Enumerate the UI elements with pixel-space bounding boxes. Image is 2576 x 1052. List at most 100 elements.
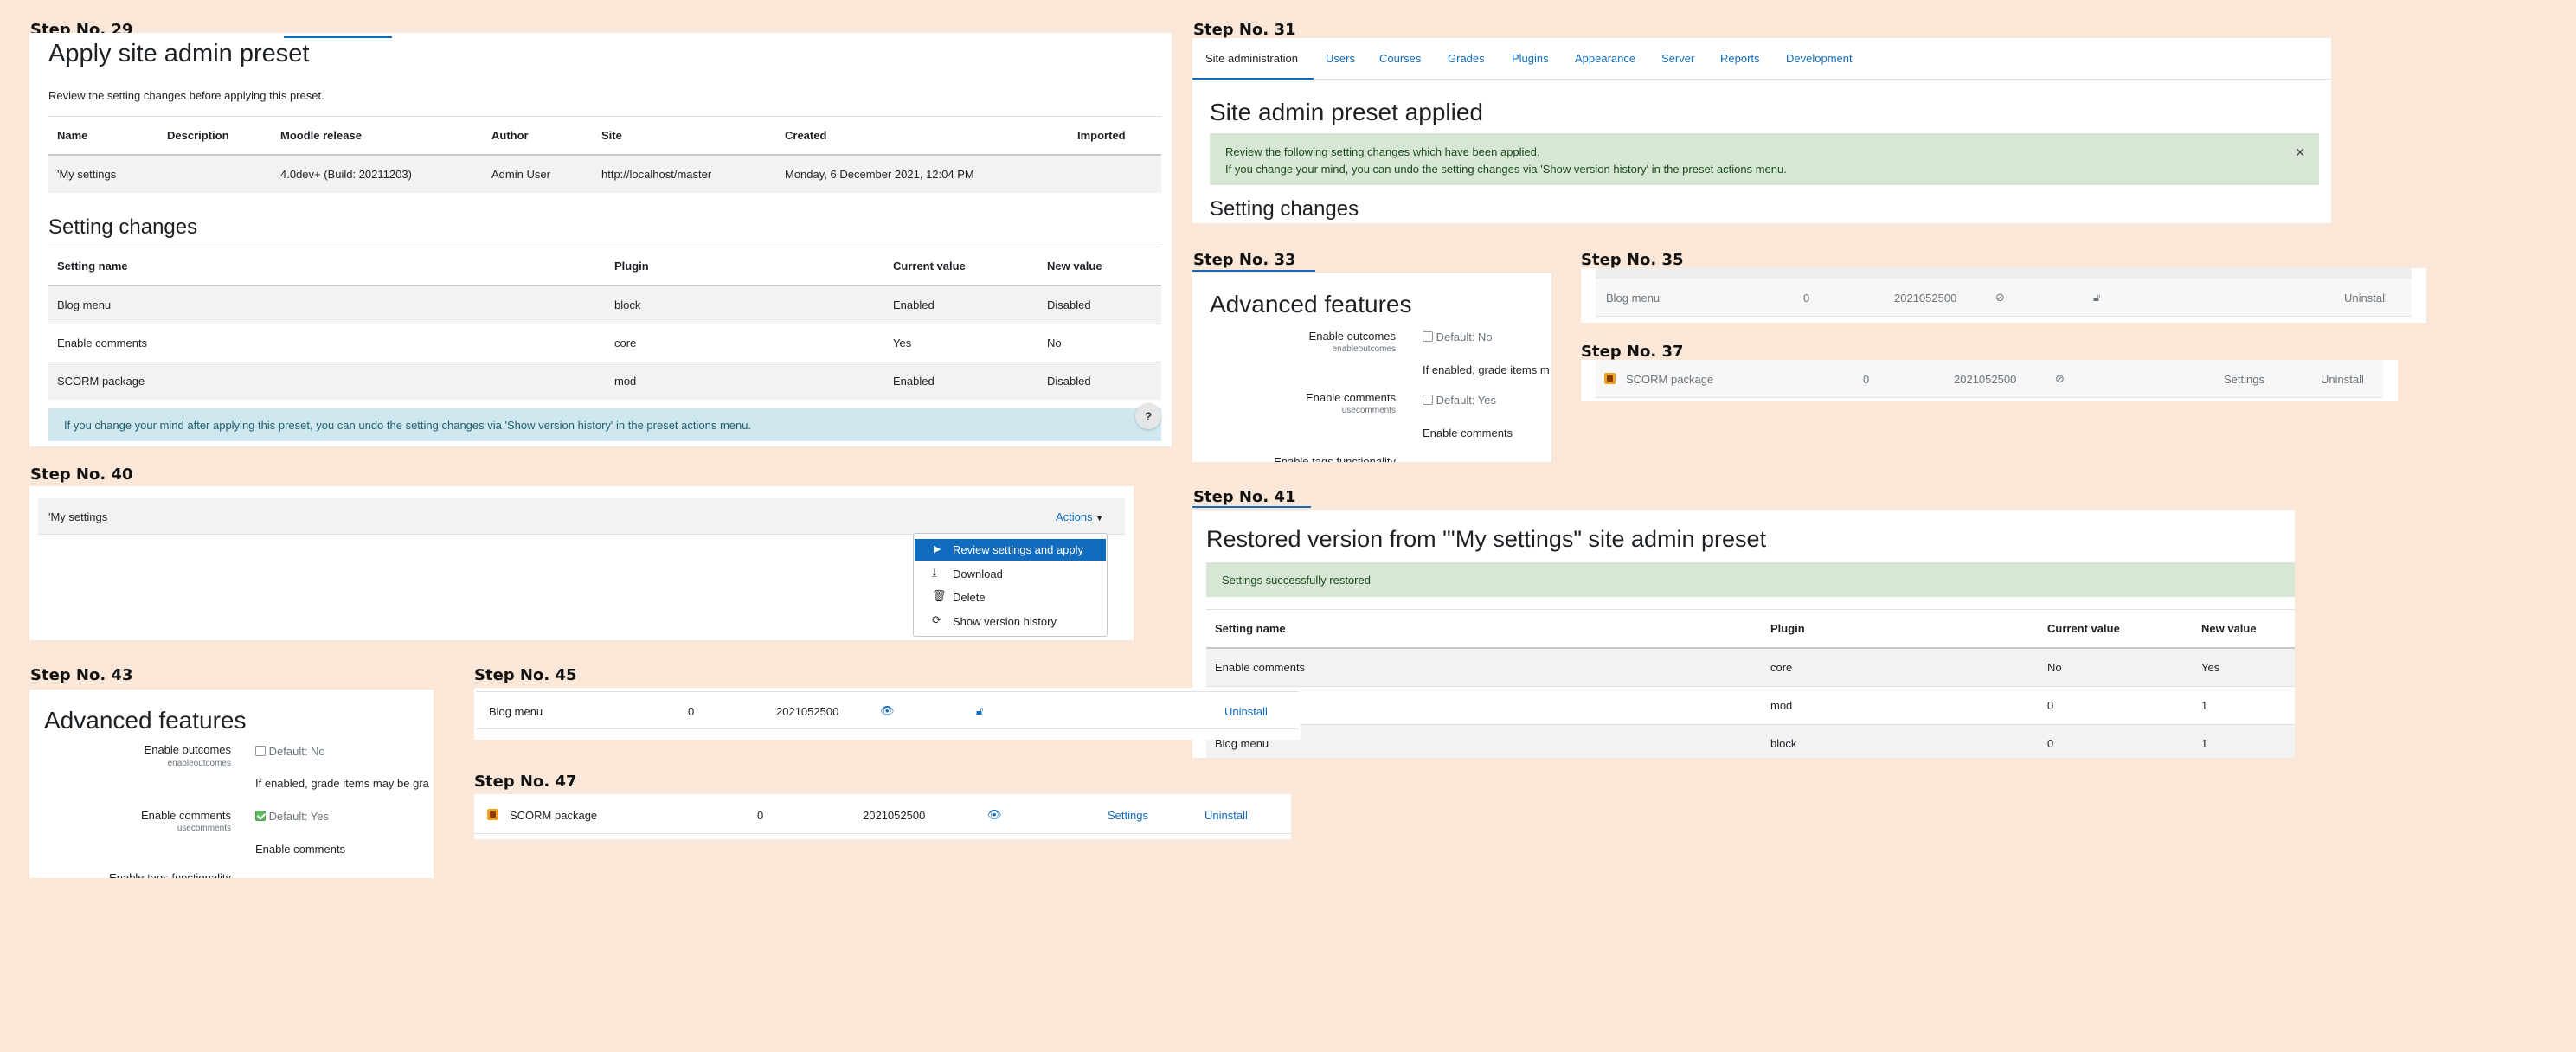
comments-label: Enable comments: [1305, 391, 1396, 404]
col-current-value: Current value: [884, 247, 1038, 286]
step-label-45: Step No. 45: [474, 666, 577, 684]
cell-release: 4.0dev+ (Build: 20211203): [272, 154, 483, 193]
tab-courses[interactable]: Courses: [1379, 52, 1421, 65]
advanced-features-panel-a: Advanced features Enable outcomes enable…: [1192, 273, 1551, 462]
applied-panel: Site administration Users Courses Grades…: [1192, 38, 2331, 223]
comments-description: Enable comments: [1423, 427, 1513, 439]
tab-users[interactable]: Users: [1326, 52, 1355, 65]
outcomes-checkbox[interactable]: [1423, 331, 1433, 342]
eye-icon[interactable]: 👁︎: [880, 704, 895, 718]
preset-list-panel: 'My settings Actions ▼ ▶ Review settings…: [29, 486, 1134, 640]
comments-checkbox[interactable]: [255, 811, 266, 821]
step-label-47: Step No. 47: [474, 773, 577, 791]
tab-plugins[interactable]: Plugins: [1512, 52, 1549, 65]
menu-item-download[interactable]: ⤓ Download: [915, 563, 1106, 585]
step-label-40: Step No. 40: [30, 465, 133, 484]
col-description: Description: [158, 116, 272, 156]
cell: core: [1762, 647, 2039, 687]
menu-item-review-apply[interactable]: ▶ Review settings and apply: [915, 539, 1106, 561]
outcomes-checkbox[interactable]: [255, 746, 266, 756]
show-hide-icon[interactable]: ⊘: [2055, 372, 2065, 386]
close-icon[interactable]: ✕: [2295, 144, 2305, 161]
cell: Enabled: [884, 362, 1038, 400]
changes-table: Setting name Plugin Current value New va…: [48, 247, 1161, 400]
alert-line-1: Review the following setting changes whi…: [1225, 145, 1540, 158]
actions-menu-button[interactable]: Actions ▼: [1056, 510, 1103, 523]
col-setting-name: Setting name: [1206, 609, 1762, 649]
cell: Disabled: [1038, 285, 1161, 324]
restored-table: Setting name Plugin Current value New va…: [1206, 609, 2295, 758]
cell-imported: [1069, 154, 1161, 193]
cell: 0: [2039, 686, 2193, 725]
plugin-count: 0: [1863, 373, 1870, 386]
cell: mod: [1762, 686, 2039, 725]
plugin-count: 0: [757, 809, 764, 822]
settings-link[interactable]: Settings: [2224, 373, 2264, 386]
cell: 1: [2193, 686, 2295, 725]
table-row: Blog menu 0 2021052500 ⊘ 🔓︎ Uninstall: [1596, 279, 2412, 317]
table-row: 'My settings 4.0dev+ (Build: 20211203) A…: [48, 154, 1161, 193]
col-plugin: Plugin: [1762, 609, 2039, 649]
comments-key: usecomments: [177, 824, 231, 833]
table-row: Blog menu block Enabled Disabled: [48, 285, 1161, 324]
tab-site-administration[interactable]: Site administration: [1205, 52, 1298, 65]
setting-changes-heading: Setting changes: [1210, 197, 1359, 221]
cell: SCORM package: [48, 362, 606, 400]
step-label-35: Step No. 35: [1581, 251, 1684, 269]
cell: core: [606, 324, 884, 362]
col-created: Created: [776, 116, 1069, 156]
active-tab-indicator: [1192, 78, 1314, 80]
tab-indicator: [284, 36, 392, 38]
page-title: Restored version from "'My settings" sit…: [1206, 526, 1767, 552]
table-row: Enable comments core No Yes: [1206, 647, 2295, 687]
col-plugin: Plugin: [606, 247, 884, 286]
help-icon: ?: [1144, 409, 1153, 423]
preset-name: 'My settings: [48, 510, 108, 523]
table-row: SCORM package 0 2021052500 👁︎ Settings U…: [474, 796, 1291, 834]
menu-item-label: Review settings and apply: [953, 543, 1084, 556]
col-setting-name: Setting name: [48, 247, 606, 286]
tab-appearance[interactable]: Appearance: [1575, 52, 1635, 65]
plugin-name: Blog menu: [1606, 292, 1661, 305]
col-name: Name: [48, 116, 158, 156]
plugin-count: 0: [688, 705, 695, 718]
table-row: 'My settings Actions ▼: [38, 498, 1125, 535]
tab-development[interactable]: Development: [1786, 52, 1853, 65]
plugin-version: 2021052500: [863, 809, 926, 822]
apply-preset-panel: Apply site admin preset Review the setti…: [29, 33, 1172, 446]
table-row: mod 0 1: [1206, 686, 2295, 725]
eye-icon[interactable]: 👁︎: [987, 808, 1002, 822]
cell: No: [2039, 647, 2193, 687]
cell: block: [1762, 724, 2039, 758]
lock-icon[interactable]: 🔓︎: [2093, 291, 2100, 305]
tab-grades[interactable]: Grades: [1448, 52, 1485, 65]
col-current-value: Current value: [2039, 609, 2193, 649]
comments-default: Default: Yes: [255, 810, 329, 823]
tab-server[interactable]: Server: [1661, 52, 1694, 65]
comments-key: usecomments: [1341, 406, 1396, 415]
alert-line-2: If you change your mind, you can undo th…: [1225, 163, 1787, 176]
outcomes-key: enableoutcomes: [1332, 344, 1396, 354]
uninstall-link[interactable]: Uninstall: [2321, 373, 2364, 386]
uninstall-link[interactable]: Uninstall: [2344, 292, 2387, 305]
cell: mod: [606, 362, 884, 400]
help-button[interactable]: ?: [1135, 403, 1161, 429]
actions-dropdown: ▶ Review settings and apply ⤓ Download 🗑…: [913, 533, 1108, 637]
info-alert-text: If you change your mind after applying t…: [64, 419, 752, 432]
tab-reports[interactable]: Reports: [1720, 52, 1760, 65]
comments-checkbox[interactable]: [1423, 394, 1433, 405]
settings-link[interactable]: Settings: [1108, 809, 1148, 822]
outcomes-default-text: Default: No: [1436, 330, 1493, 343]
step-label-37: Step No. 37: [1581, 343, 1684, 361]
page-title: Advanced features: [44, 707, 247, 734]
unlock-icon[interactable]: 🔓︎: [976, 704, 983, 718]
menu-item-delete[interactable]: 🗑︎ Delete: [915, 587, 1106, 608]
cell-name: 'My settings: [48, 154, 158, 193]
uninstall-link[interactable]: Uninstall: [1204, 809, 1248, 822]
menu-item-show-version-history[interactable]: ⟳ Show version history: [915, 611, 1106, 632]
col-new-value: New value: [1038, 247, 1161, 286]
cell-description: [158, 154, 272, 193]
show-hide-icon[interactable]: ⊘: [1995, 291, 2005, 305]
plugin-version: 2021052500: [1894, 292, 1957, 305]
uninstall-link[interactable]: Uninstall: [1224, 705, 1268, 718]
